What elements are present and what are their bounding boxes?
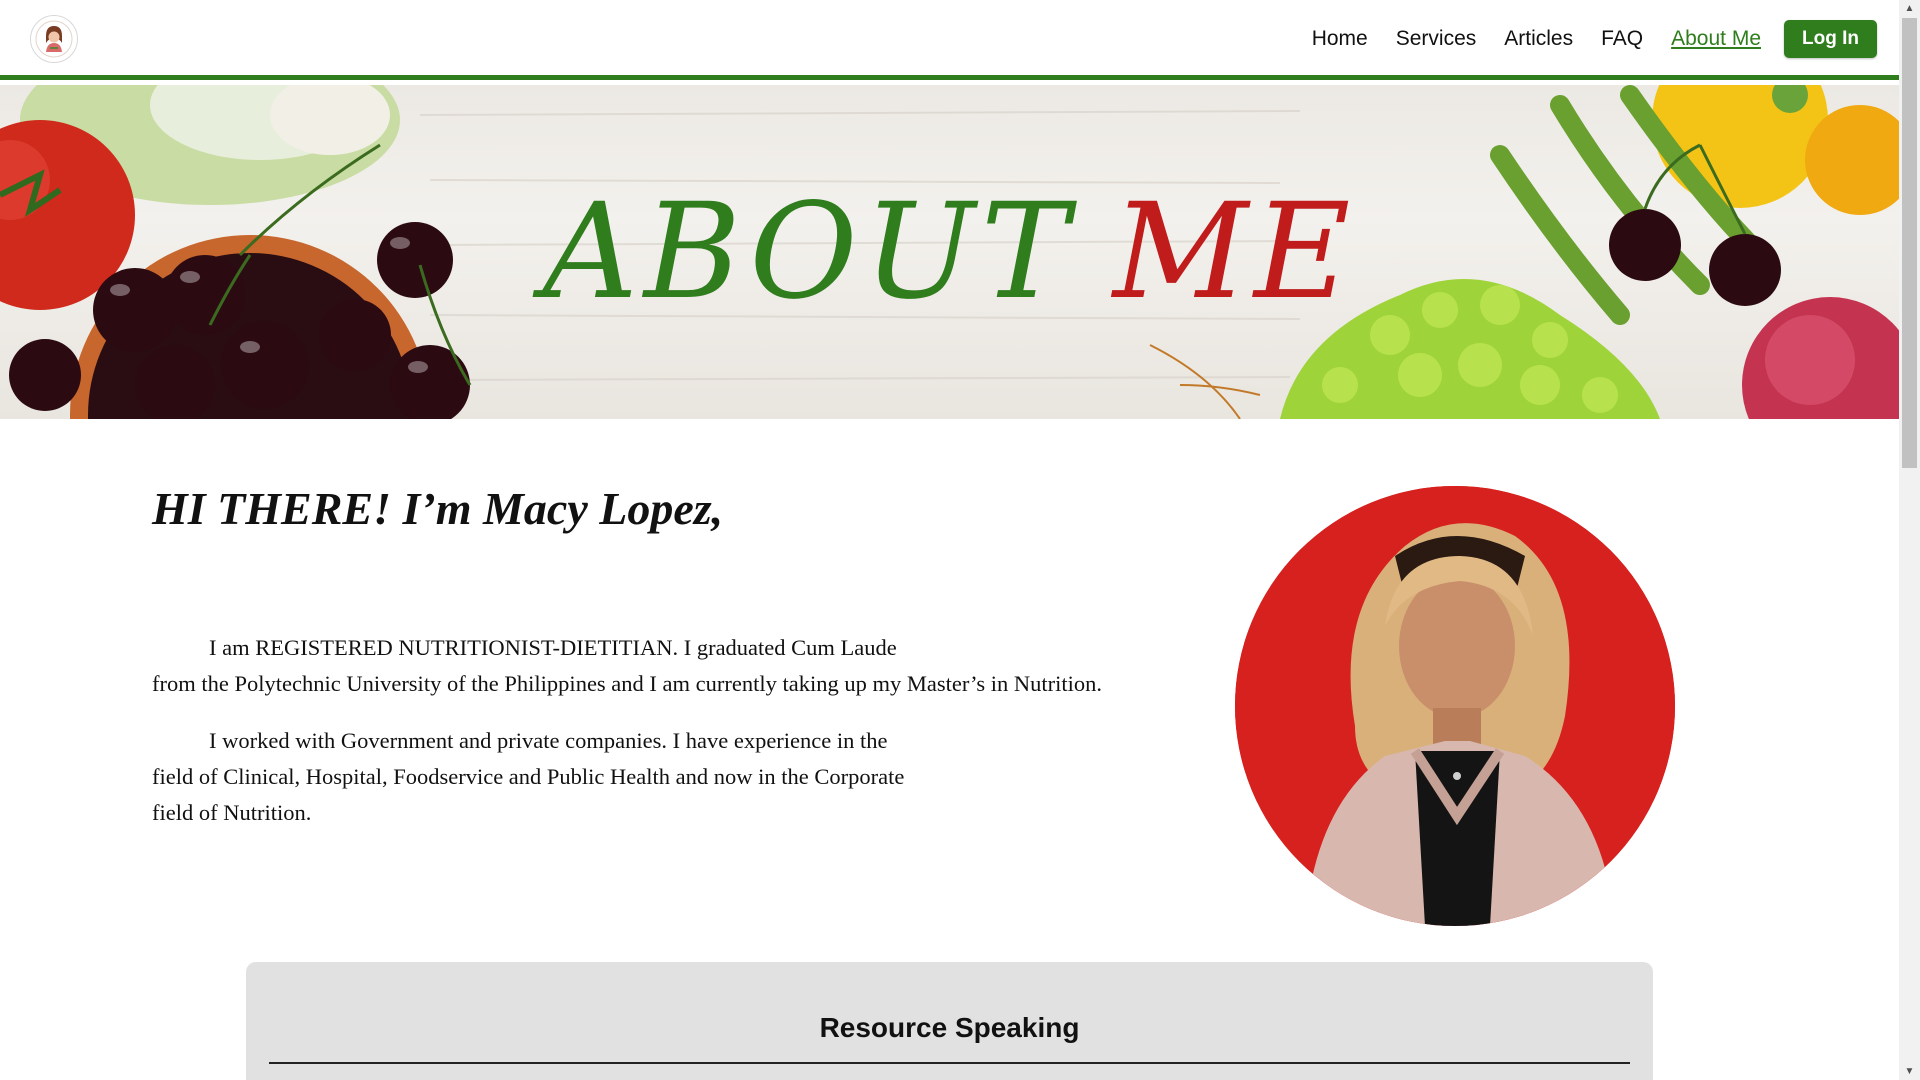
scroll-thumb[interactable] <box>1902 18 1917 468</box>
main-nav: Home Services Articles FAQ About Me Log … <box>1284 20 1877 58</box>
bio-p1-line2: from the Polytechnic University of the P… <box>152 671 1103 696</box>
bio-text: I am REGISTERED NUTRITIONIST-DIETITIAN. … <box>152 630 1132 852</box>
greeting-heading: HI THERE! I’m Macy Lopez, <box>152 483 724 534</box>
chevron-down-icon[interactable]: ▼ <box>1899 1063 1920 1080</box>
site-logo[interactable] <box>30 15 78 63</box>
resource-speaking-card: Resource Speaking <box>246 962 1653 1080</box>
profile-photo-image <box>1235 486 1675 926</box>
nav-about-me[interactable]: About Me <box>1671 20 1761 58</box>
bio-p2-line1: I worked with Government and private com… <box>209 728 888 753</box>
nav-articles[interactable]: Articles <box>1504 20 1573 58</box>
nav-services[interactable]: Services <box>1396 20 1477 58</box>
navbar: Home Services Articles FAQ About Me Log … <box>0 0 1899 80</box>
page-scrollbar[interactable]: ▲ ▼ <box>1899 0 1920 1080</box>
profile-photo <box>1235 486 1675 926</box>
chevron-up-icon[interactable]: ▲ <box>1899 0 1920 17</box>
hero-title: ABOUT ME <box>0 85 1899 419</box>
bio-paragraph-1: I am REGISTERED NUTRITIONIST-DIETITIAN. … <box>152 630 1132 702</box>
card-divider <box>269 1062 1630 1064</box>
bio-p2-line3: field of Nutrition. <box>152 800 312 825</box>
resource-speaking-title: Resource Speaking <box>819 1012 1080 1043</box>
hero-title-about: ABOUT <box>542 175 1075 329</box>
login-button[interactable]: Log In <box>1784 20 1877 58</box>
bio-paragraph-2: I worked with Government and private com… <box>152 723 1132 831</box>
bio-p1-line1: I am REGISTERED NUTRITIONIST-DIETITIAN. … <box>209 635 897 660</box>
bio-p2-line2: field of Clinical, Hospital, Foodservice… <box>152 764 905 789</box>
hero-title-me: ME <box>1112 175 1357 329</box>
hero-banner: ABOUT ME <box>0 85 1899 419</box>
nav-faq[interactable]: FAQ <box>1601 20 1643 58</box>
nav-home[interactable]: Home <box>1312 20 1368 58</box>
woman-avatar-logo-icon <box>35 20 73 58</box>
